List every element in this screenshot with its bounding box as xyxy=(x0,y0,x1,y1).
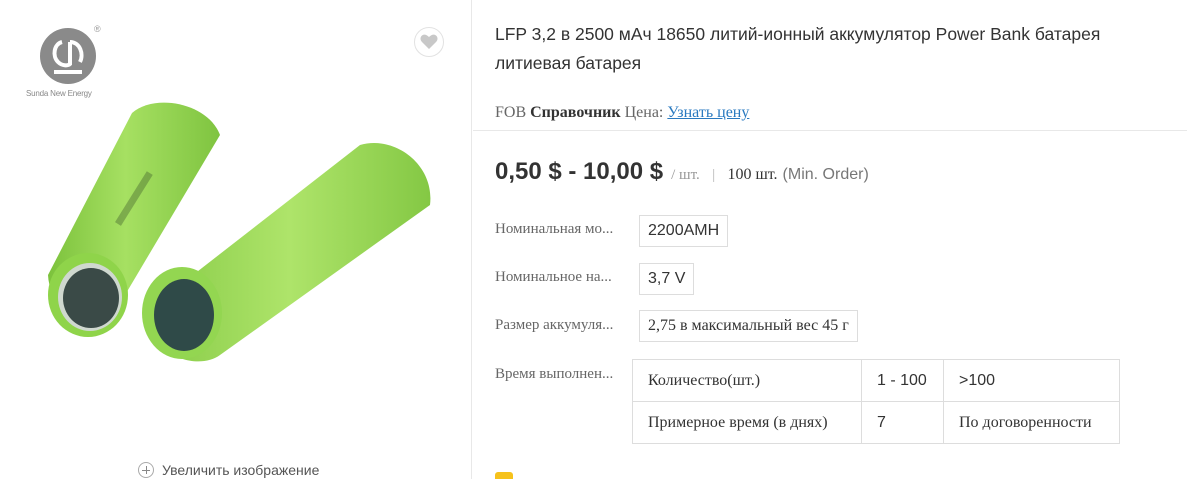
logo-mark-icon xyxy=(52,40,84,74)
product-info: LFP 3,2 в 2500 мАч 18650 литий-ионный ак… xyxy=(473,0,1187,479)
get-price-link[interactable]: Узнать цену xyxy=(667,104,749,121)
table-cell: Количество(шт.) xyxy=(632,359,862,402)
attr-value-voltage: 3,7 V xyxy=(639,263,695,295)
badge-icon xyxy=(495,472,513,479)
registered-mark: ® xyxy=(94,24,101,34)
price-range: 0,50 $ - 10,00 $ xyxy=(495,158,664,185)
table-row: Количество(шт.) 1 - 100 >100 xyxy=(632,359,1120,402)
zoom-label: Увеличить изображение xyxy=(162,462,320,478)
table-cell: >100 xyxy=(943,359,1120,402)
product-title: LFP 3,2 в 2500 мАч 18650 литий-ионный ак… xyxy=(495,24,1101,73)
price-separator: | xyxy=(711,166,716,182)
fob-price-line: FOB Справочник Цена: Узнать цену xyxy=(495,104,749,122)
heart-icon xyxy=(420,34,438,49)
product-image[interactable] xyxy=(30,95,450,375)
zoom-image-button[interactable]: Увеличить изображение xyxy=(138,462,319,478)
plus-circle-icon xyxy=(138,462,154,478)
table-cell: По договоренности xyxy=(943,401,1120,444)
price-unit: / шт. xyxy=(671,167,700,183)
table-cell: Примерное время (в днях) xyxy=(632,401,862,444)
attr-label-capacity: Номинальная мо... xyxy=(495,221,614,237)
min-order-qty: 100 шт. xyxy=(727,166,778,183)
lead-time-label: Время выполнен... xyxy=(495,366,614,382)
price-row: 0,50 $ - 10,00 $ / шт. | 100 шт. (Min. O… xyxy=(495,158,869,186)
attr-value-size: 2,75 в максимальный вес 45 г xyxy=(639,310,858,342)
lead-time-table: Количество(шт.) 1 - 100 >100 Примерное в… xyxy=(632,359,1120,444)
table-cell: 7 xyxy=(861,401,944,444)
attr-label-size: Размер аккумуля... xyxy=(495,317,614,333)
product-gallery: ® Sunda New Energy Увеличить изображение xyxy=(0,0,472,479)
table-cell: 1 - 100 xyxy=(861,359,944,402)
favorite-button[interactable] xyxy=(414,27,444,57)
fob-bold: Справочник xyxy=(530,104,621,121)
fob-price-label: Цена: xyxy=(624,104,664,121)
brand-logo: ® Sunda New Energy xyxy=(26,24,118,100)
attr-label-voltage: Номинальное на... xyxy=(495,269,612,285)
table-row: Примерное время (в днях) 7 По договоренн… xyxy=(632,401,1120,444)
fob-prefix: FOB xyxy=(495,104,527,121)
attr-value-capacity: 2200AMH xyxy=(639,215,729,247)
min-order-label: (Min. Order) xyxy=(782,166,869,183)
divider xyxy=(473,130,1187,131)
